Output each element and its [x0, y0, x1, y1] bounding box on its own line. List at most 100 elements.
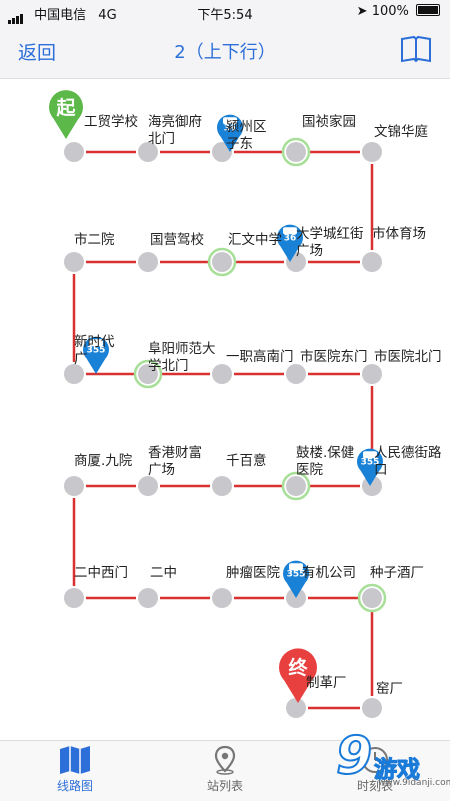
station-label[interactable]: 二中: [150, 565, 177, 582]
location-pin-icon: [214, 745, 236, 775]
start-marker[interactable]: 起: [48, 90, 83, 139]
bus-icon: [289, 563, 303, 571]
station-label-line: 大学城红街: [296, 226, 364, 242]
station-label[interactable]: 人民德街路口: [374, 445, 450, 479]
station-label-line: 广场: [148, 462, 175, 478]
station-dot[interactable]: [362, 364, 382, 384]
status-bar: 中国电信 4G 下午5:54 ➤ 100%: [0, 0, 450, 24]
station-label-line: 汇文中学: [228, 232, 282, 248]
station-label-line: 制革厂: [306, 675, 347, 691]
map-icon: [60, 746, 90, 774]
station-label-line: 新时代: [74, 334, 115, 350]
station-label[interactable]: 商厦.九院: [74, 453, 132, 470]
station-label[interactable]: 新时代广: [74, 334, 115, 368]
station-dot[interactable]: [64, 588, 84, 608]
station-label[interactable]: 国祯家园: [302, 114, 356, 131]
station-label-line: 一职高南门: [226, 349, 294, 365]
nav-bar: 返回 2（上下行）: [0, 24, 450, 79]
station-label[interactable]: 市体育场: [372, 226, 426, 243]
station-label[interactable]: 鼓楼.保健 医院: [296, 445, 354, 479]
station-label-line: 肿瘤医院: [226, 565, 280, 581]
station-label-line: 市体育场: [372, 226, 426, 242]
station-dot[interactable]: [64, 142, 84, 162]
battery-info: ➤ 100%: [357, 4, 440, 19]
station-label-line: 市医院东门: [300, 349, 368, 365]
station-label-line: 广: [74, 351, 88, 367]
tab-route-map[interactable]: 线路图: [0, 745, 150, 794]
watermark-logo: 9 游戏 www.9idanji.com: [334, 722, 450, 800]
station-label[interactable]: 颍州区 子东: [226, 119, 267, 153]
station-label-line: 文锦华庭: [374, 124, 428, 140]
station-dot[interactable]: [362, 698, 382, 718]
station-label-line: 海亮御府: [148, 114, 202, 130]
station-dot[interactable]: [212, 588, 232, 608]
station-label[interactable]: 文锦华庭: [374, 124, 428, 141]
station-label[interactable]: 一职高南门: [226, 349, 294, 366]
station-label-line: 二中西门: [74, 565, 128, 581]
station-dot[interactable]: [138, 588, 158, 608]
station-label[interactable]: 市医院北门: [374, 349, 442, 366]
watermark-url: www.9idanji.com: [378, 778, 450, 788]
station-label[interactable]: 制革厂: [306, 675, 347, 692]
station-dot[interactable]: [286, 698, 306, 718]
station-label[interactable]: 工贸学校: [84, 114, 138, 131]
station-label-line: 北门: [148, 131, 175, 147]
station-label-line: 窑厂: [376, 681, 403, 697]
station-label-line: 医院: [296, 462, 323, 478]
station-label[interactable]: 市二院: [74, 232, 115, 249]
route-map: 起终3636355355355: [48, 90, 387, 718]
station-dot[interactable]: [286, 142, 306, 162]
bus-location-pin-label: 36: [284, 234, 297, 244]
station-label-line: 子东: [226, 136, 253, 152]
station-label-line: 学北门: [148, 358, 189, 374]
station-label[interactable]: 千百意: [226, 453, 267, 470]
station-label-line: 鼓楼.保健: [296, 445, 355, 461]
station-dot[interactable]: [138, 476, 158, 496]
station-label-line: 工贸学校: [84, 114, 138, 130]
station-label-line: 国祯家园: [302, 114, 356, 130]
station-dot[interactable]: [286, 476, 306, 496]
map-pins: 起终3636355355355: [48, 90, 384, 703]
battery-percent: 100%: [371, 4, 409, 19]
station-dot[interactable]: [286, 364, 306, 384]
station-label[interactable]: 二中西门: [74, 565, 128, 582]
station-label-line: 千百意: [226, 453, 267, 469]
station-label-line: 广场: [296, 243, 323, 259]
station-label-line: 香港财富: [148, 445, 202, 461]
station-label[interactable]: 市医院东门: [300, 349, 368, 366]
station-label[interactable]: 种子酒厂: [370, 565, 424, 582]
station-label[interactable]: 汇文中学: [228, 232, 282, 249]
station-label-line: 种子酒厂: [370, 565, 424, 581]
bus-icon: [283, 227, 297, 235]
station-dot[interactable]: [362, 588, 382, 608]
station-label[interactable]: 大学城红街 广场: [296, 226, 364, 260]
station-dot[interactable]: [64, 476, 84, 496]
location-icon: ➤: [356, 4, 368, 19]
station-label[interactable]: 香港财富 广场: [148, 445, 202, 479]
station-dot[interactable]: [138, 252, 158, 272]
station-label-line: 国营驾校: [150, 232, 204, 248]
station-label-line: 阜阳师范大: [148, 341, 216, 357]
station-dot[interactable]: [212, 476, 232, 496]
station-label-line: 二中: [150, 565, 177, 581]
station-label-line: 颍州区: [226, 119, 267, 135]
station-label-line: 市二院: [74, 232, 115, 248]
station-label[interactable]: 肿瘤医院: [226, 565, 280, 582]
start-marker-label: 起: [55, 97, 76, 119]
station-label[interactable]: 国营驾校: [150, 232, 204, 249]
station-label[interactable]: 海亮御府 北门: [148, 114, 202, 148]
station-dot[interactable]: [64, 252, 84, 272]
battery-icon: [416, 4, 440, 16]
station-label-line: 市医院北门: [374, 349, 442, 365]
station-label-line: 人民德街路口: [374, 445, 442, 478]
watermark-number: 9: [335, 725, 373, 787]
station-label[interactable]: 窑厂: [376, 681, 403, 698]
tab-station-list[interactable]: 站列表: [150, 745, 300, 794]
station-label[interactable]: 阜阳师范大 学北门: [148, 341, 216, 375]
book-icon[interactable]: [400, 34, 432, 64]
station-dot[interactable]: [212, 252, 232, 272]
station-label[interactable]: 有机公司: [302, 565, 356, 582]
station-dot[interactable]: [362, 142, 382, 162]
tab-station-list-label: 站列表: [206, 779, 243, 793]
station-dot[interactable]: [362, 252, 382, 272]
